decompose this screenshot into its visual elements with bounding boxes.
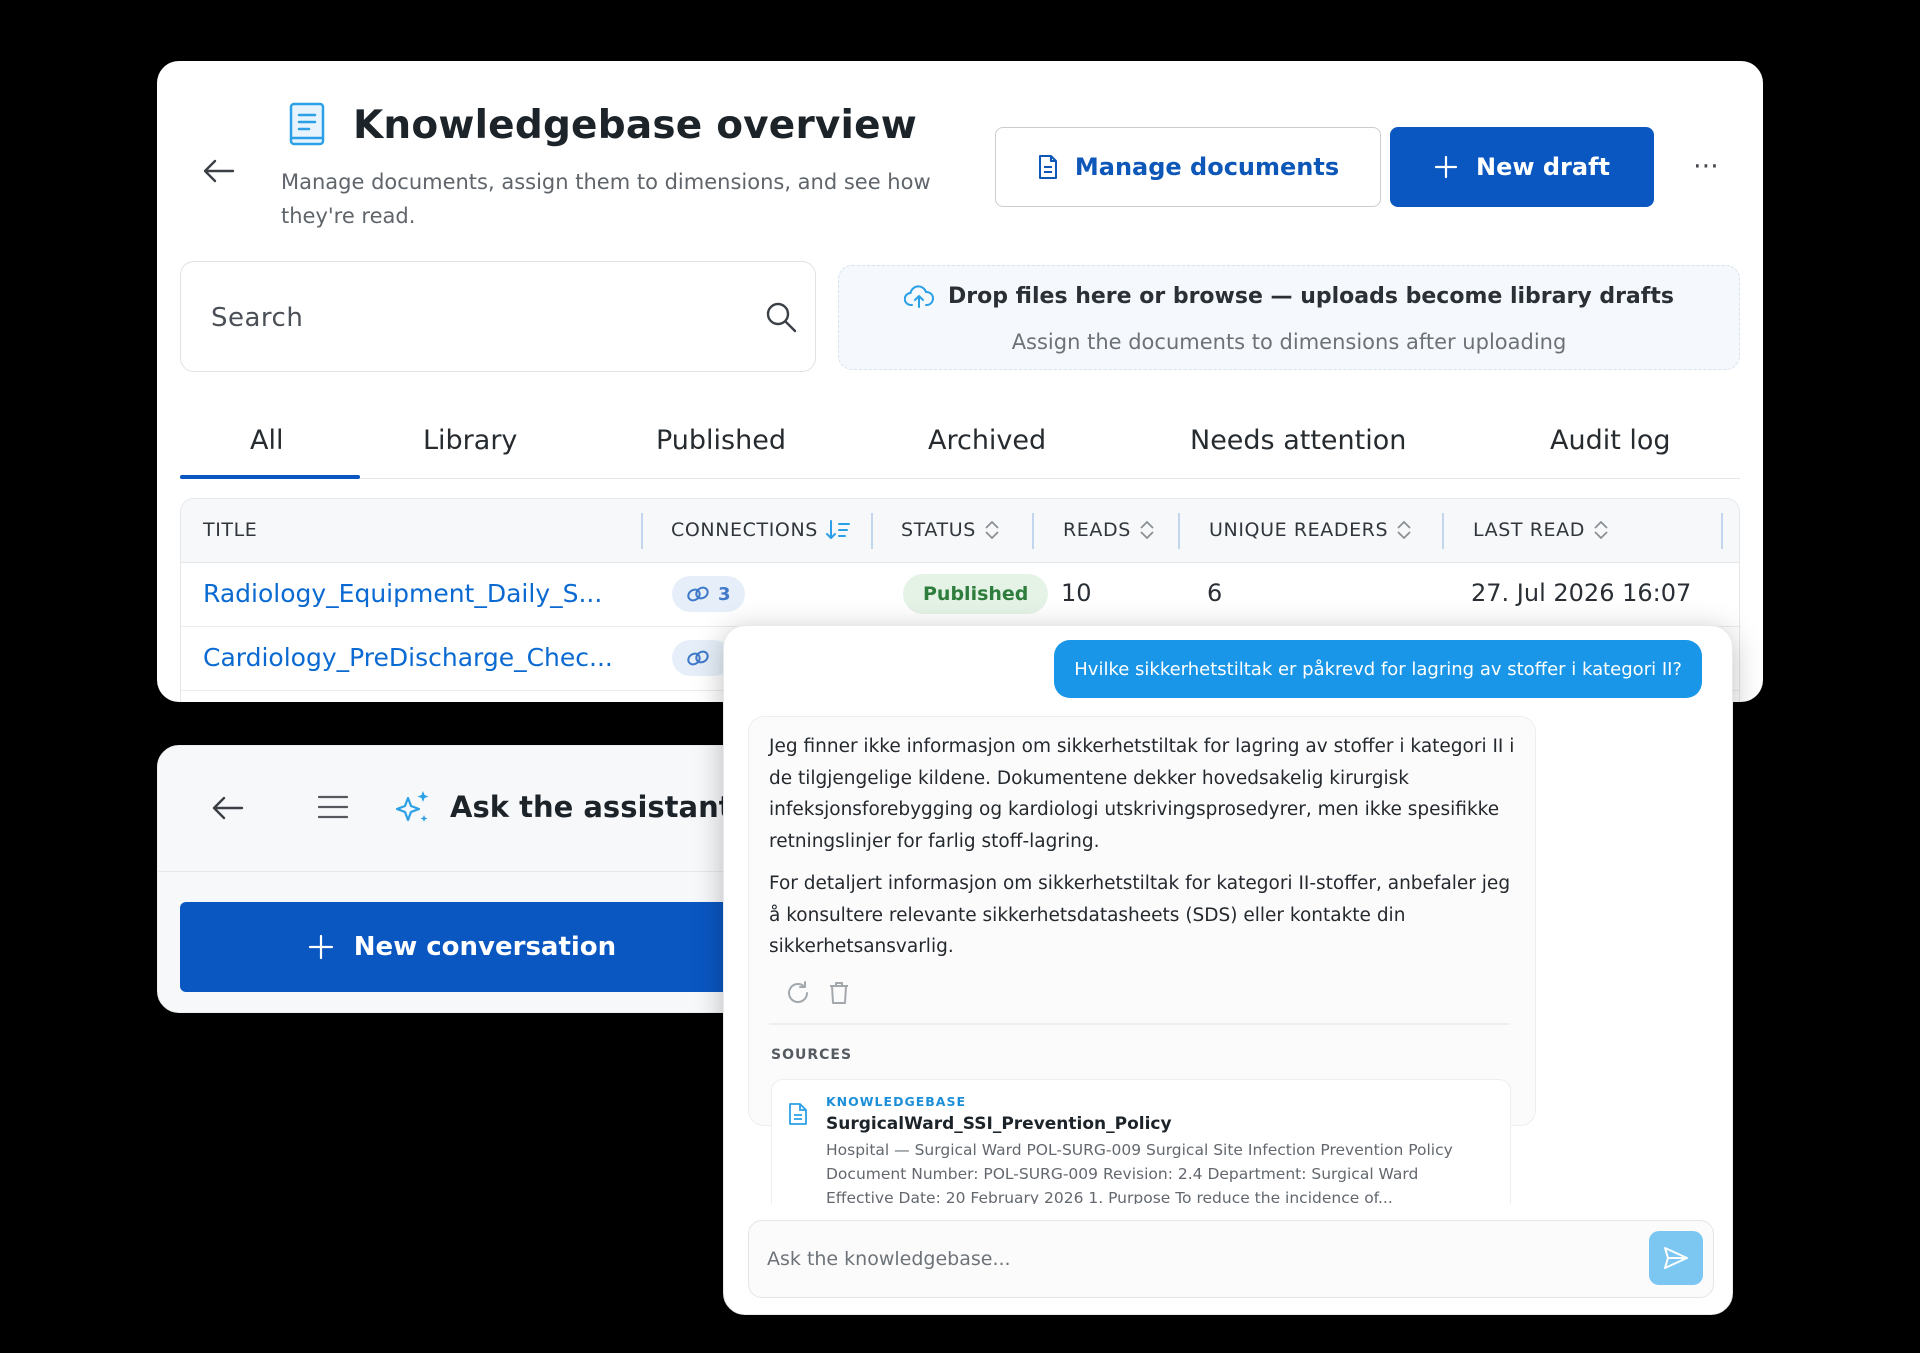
column-header-status[interactable]: STATUS (901, 519, 1000, 541)
send-icon (1664, 1247, 1688, 1269)
tab-audit-log[interactable]: Audit log (1550, 425, 1671, 456)
chat-input[interactable] (767, 1239, 1627, 1279)
send-button[interactable] (1649, 1231, 1703, 1285)
tab-library[interactable]: Library (423, 425, 517, 456)
chat-composer (724, 1204, 1732, 1314)
sort-icon (1594, 521, 1608, 539)
back-button[interactable] (208, 788, 248, 828)
table-row[interactable]: Radiology_Equipment_Daily_S... 3 Publish… (181, 563, 1739, 627)
document-title-link[interactable]: Radiology_Equipment_Daily_S... (203, 579, 602, 608)
last-read-value: 27. Jul 2026 16:07 (1471, 579, 1692, 607)
assistant-title: Ask the assistant (450, 790, 733, 824)
search-box (180, 261, 816, 372)
assistant-paragraph: For detaljert informasjon om sikkerhetst… (769, 873, 1511, 957)
assistant-paragraph: Jeg finner ikke informasjon om sikkerhet… (769, 736, 1515, 852)
column-header-unique-readers[interactable]: UNIQUE READERS (1209, 519, 1412, 541)
knowledgebase-panel: Knowledgebase overview Manage documents,… (157, 61, 1763, 702)
more-icon[interactable]: ⋯ (1685, 151, 1729, 181)
column-header-reads[interactable]: READS (1063, 519, 1155, 541)
sources-label: SOURCES (771, 1047, 853, 1063)
tab-published[interactable]: Published (656, 425, 786, 456)
manage-documents-button[interactable]: Manage documents (995, 127, 1381, 207)
search-input[interactable] (211, 296, 731, 340)
page-title: Knowledgebase overview (353, 103, 917, 148)
sort-icon (1397, 521, 1411, 539)
column-header-title[interactable]: TITLE (203, 519, 257, 541)
sort-icon (1140, 521, 1154, 539)
tab-archived[interactable]: Archived (928, 425, 1046, 456)
connections-badge[interactable]: 3 (672, 576, 745, 612)
assistant-message: Jeg finner ikke informasjon om sikkerhet… (748, 716, 1536, 1219)
document-icon (789, 1103, 807, 1125)
plus-icon (308, 934, 333, 960)
sort-icon (985, 521, 999, 539)
assistant-sidebar: Ask the assistant New conversation (157, 745, 767, 1013)
new-draft-label: New draft (1475, 153, 1610, 181)
dropzone-title: Drop files here or browse — uploads beco… (948, 284, 1674, 309)
message-actions (785, 980, 851, 1006)
connections-count: 3 (718, 583, 731, 605)
assistant-header: Ask the assistant (158, 746, 766, 872)
link-icon (687, 586, 709, 602)
document-icon (1038, 155, 1057, 179)
chat-panel: Hvilke sikkerhetstiltak er påkrevd for l… (723, 625, 1733, 1315)
back-arrow-icon (203, 159, 235, 183)
source-name: SurgicalWard_SSI_Prevention_Policy (826, 1114, 1172, 1134)
column-header-connections[interactable]: CONNECTIONS (671, 519, 850, 541)
new-conversation-button[interactable]: New conversation (180, 902, 744, 992)
dropzone-subtitle: Assign the documents to dimensions after… (1011, 330, 1567, 354)
reads-value: 10 (1061, 579, 1092, 607)
menu-icon[interactable] (316, 790, 350, 824)
tab-all[interactable]: All (250, 425, 283, 456)
plus-icon (1434, 155, 1458, 179)
link-icon (687, 650, 709, 666)
user-message: Hvilke sikkerhetstiltak er påkrevd for l… (1054, 640, 1702, 698)
source-card[interactable]: KNOWLEDGEBASE SurgicalWard_SSI_Preventio… (771, 1079, 1511, 1219)
unique-readers-value: 6 (1207, 579, 1223, 607)
book-icon (289, 102, 325, 146)
refresh-icon[interactable] (785, 980, 811, 1006)
cloud-upload-icon (904, 284, 935, 308)
manage-documents-label: Manage documents (1074, 153, 1340, 181)
page-subtitle: Manage documents, assign them to dimensi… (281, 170, 931, 228)
tab-bar: All Library Published Archived Needs att… (180, 403, 1740, 479)
document-title-link[interactable]: Cardiology_PreDischarge_Chec... (203, 643, 613, 672)
sparkle-icon (395, 791, 429, 822)
search-icon[interactable] (764, 300, 798, 334)
trash-icon[interactable] (827, 980, 851, 1006)
chat-input-box (748, 1220, 1714, 1298)
new-draft-button[interactable]: New draft (1390, 127, 1654, 207)
tab-needs-attention[interactable]: Needs attention (1190, 425, 1406, 456)
source-snippet: Hospital — Surgical Ward POL-SURG-009 Su… (826, 1141, 1453, 1207)
assistant-message-text: Jeg finner ikke informasjon om sikkerhet… (769, 731, 1519, 963)
column-header-last-read[interactable]: LAST READ (1473, 519, 1609, 541)
back-button[interactable] (199, 151, 239, 191)
new-conversation-label: New conversation (353, 932, 617, 962)
sort-icon (825, 520, 850, 539)
status-badge: Published (903, 574, 1049, 614)
table-header: TITLE CONNECTIONS STATUS READS UNIQUE RE… (181, 499, 1739, 563)
back-arrow-icon (212, 796, 244, 820)
active-tab-indicator (180, 475, 360, 479)
source-kind: KNOWLEDGEBASE (826, 1094, 966, 1109)
upload-dropzone[interactable]: Drop files here or browse — uploads beco… (838, 265, 1740, 370)
